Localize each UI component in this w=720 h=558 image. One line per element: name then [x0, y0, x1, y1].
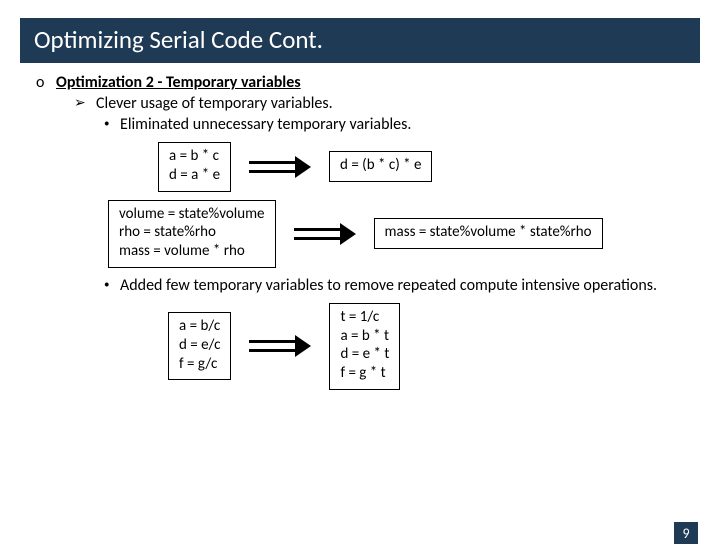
example-3-row: a = b/c d = e/c f = g/c t = 1/c a = b * … — [168, 303, 692, 390]
dot-bullet-icon: • — [104, 115, 120, 133]
bullet-clever-text: Clever usage of temporary variables. — [96, 94, 333, 113]
arrow-icon — [249, 335, 311, 357]
example-2-after: mass = state%volume * state%rho — [374, 218, 603, 249]
example-2-row: volume = state%volume rho = state%rho ma… — [108, 200, 692, 268]
bullet-elim-text: Eliminated unnecessary temporary variabl… — [120, 115, 411, 134]
bullet-added-text: Added few temporary variables to remove … — [120, 276, 657, 295]
example-3-after: t = 1/c a = b * t d = e * t f = g * t — [329, 303, 400, 390]
example-2-before: volume = state%volume rho = state%rho ma… — [108, 200, 276, 268]
bullet-opt2-text: Optimization 2 - Temporary variables — [56, 73, 301, 92]
page-number: 9 — [674, 522, 698, 544]
bullet-added: • Added few temporary variables to remov… — [104, 276, 692, 295]
bullet-elim: • Eliminated unnecessary temporary varia… — [104, 115, 692, 134]
slide-title: Optimizing Serial Code Cont. — [20, 18, 700, 63]
example-1-before: a = b * c d = a * e — [158, 142, 231, 192]
slide-body: o Optimization 2 - Temporary variables ➢… — [0, 73, 720, 390]
example-1-after: d = (b * c) * e — [329, 151, 432, 182]
bullet-clever: ➢ Clever usage of temporary variables. — [74, 94, 692, 113]
bullet-opt2-underlined: Optimization 2 - Temporary variables — [56, 73, 301, 92]
circle-bullet-icon: o — [36, 73, 56, 92]
arrowhead-bullet-icon: ➢ — [74, 94, 96, 111]
dot-bullet-icon: • — [104, 276, 120, 294]
example-3-before: a = b/c d = e/c f = g/c — [168, 312, 231, 380]
bullet-opt2: o Optimization 2 - Temporary variables — [36, 73, 692, 92]
arrow-icon — [249, 156, 311, 178]
arrow-icon — [294, 223, 356, 245]
example-1-row: a = b * c d = a * e d = (b * c) * e — [158, 142, 692, 192]
